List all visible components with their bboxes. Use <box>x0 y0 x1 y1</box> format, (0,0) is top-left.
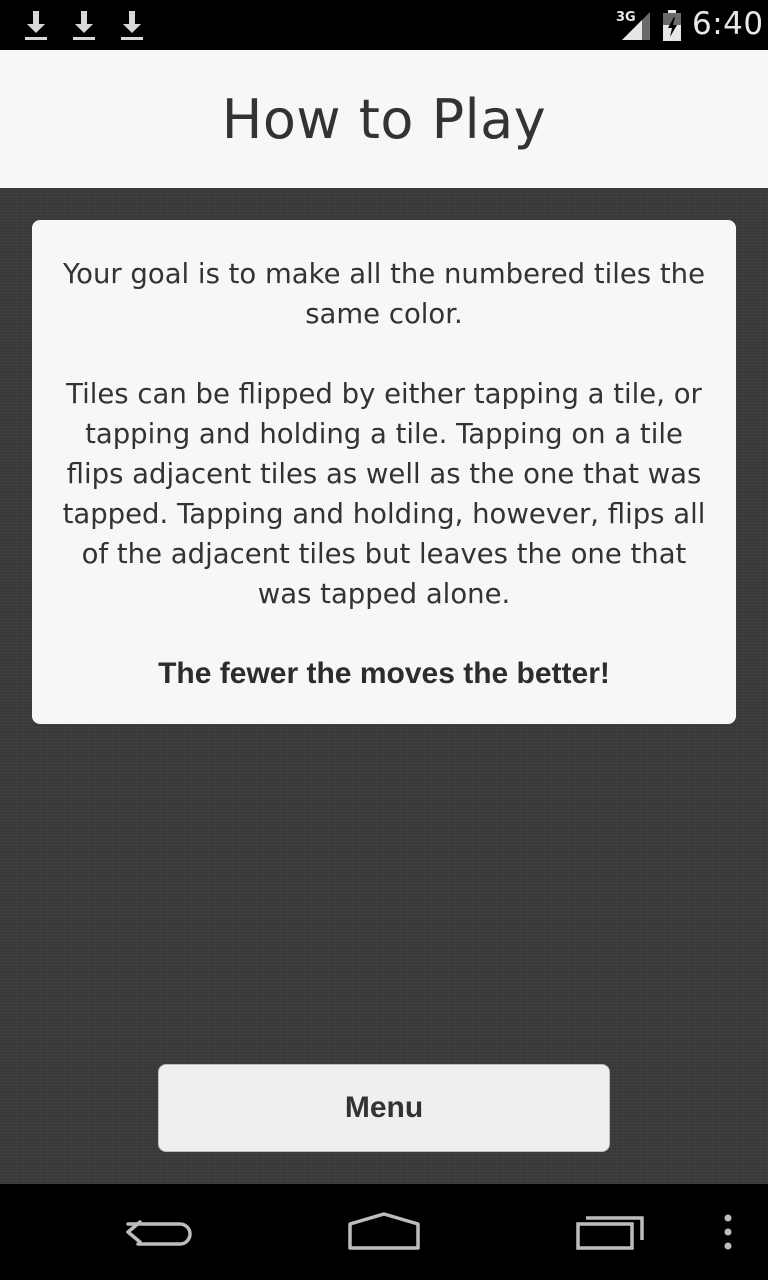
recent-apps-icon[interactable] <box>572 1184 648 1280</box>
clock: 6:40 <box>692 6 764 42</box>
network-type-label: 3G <box>616 10 636 25</box>
back-icon[interactable] <box>120 1184 200 1280</box>
download-icon <box>118 8 146 42</box>
home-icon[interactable] <box>342 1184 426 1280</box>
battery-icon <box>660 8 684 42</box>
download-icon <box>70 8 98 42</box>
content-area: Your goal is to make all the numbered ti… <box>0 188 768 1184</box>
signal-icon: 3G <box>616 8 652 42</box>
download-icon <box>22 8 50 42</box>
page-title: How to Play <box>221 87 547 151</box>
app-header: How to Play <box>0 50 768 188</box>
instructions-paragraph-goal: Your goal is to make all the numbered ti… <box>62 258 706 330</box>
instructions-paragraph-flipping: Tiles can be flipped by either tapping a… <box>62 378 706 610</box>
menu-button[interactable]: Menu <box>158 1064 610 1152</box>
navigation-bar <box>0 1184 768 1280</box>
instructions-tagline: The fewer the moves the better! <box>158 657 610 690</box>
status-bar: 3G 6:40 <box>0 0 768 50</box>
overflow-menu-icon[interactable] <box>716 1184 740 1280</box>
instructions-card: Your goal is to make all the numbered ti… <box>32 220 736 724</box>
